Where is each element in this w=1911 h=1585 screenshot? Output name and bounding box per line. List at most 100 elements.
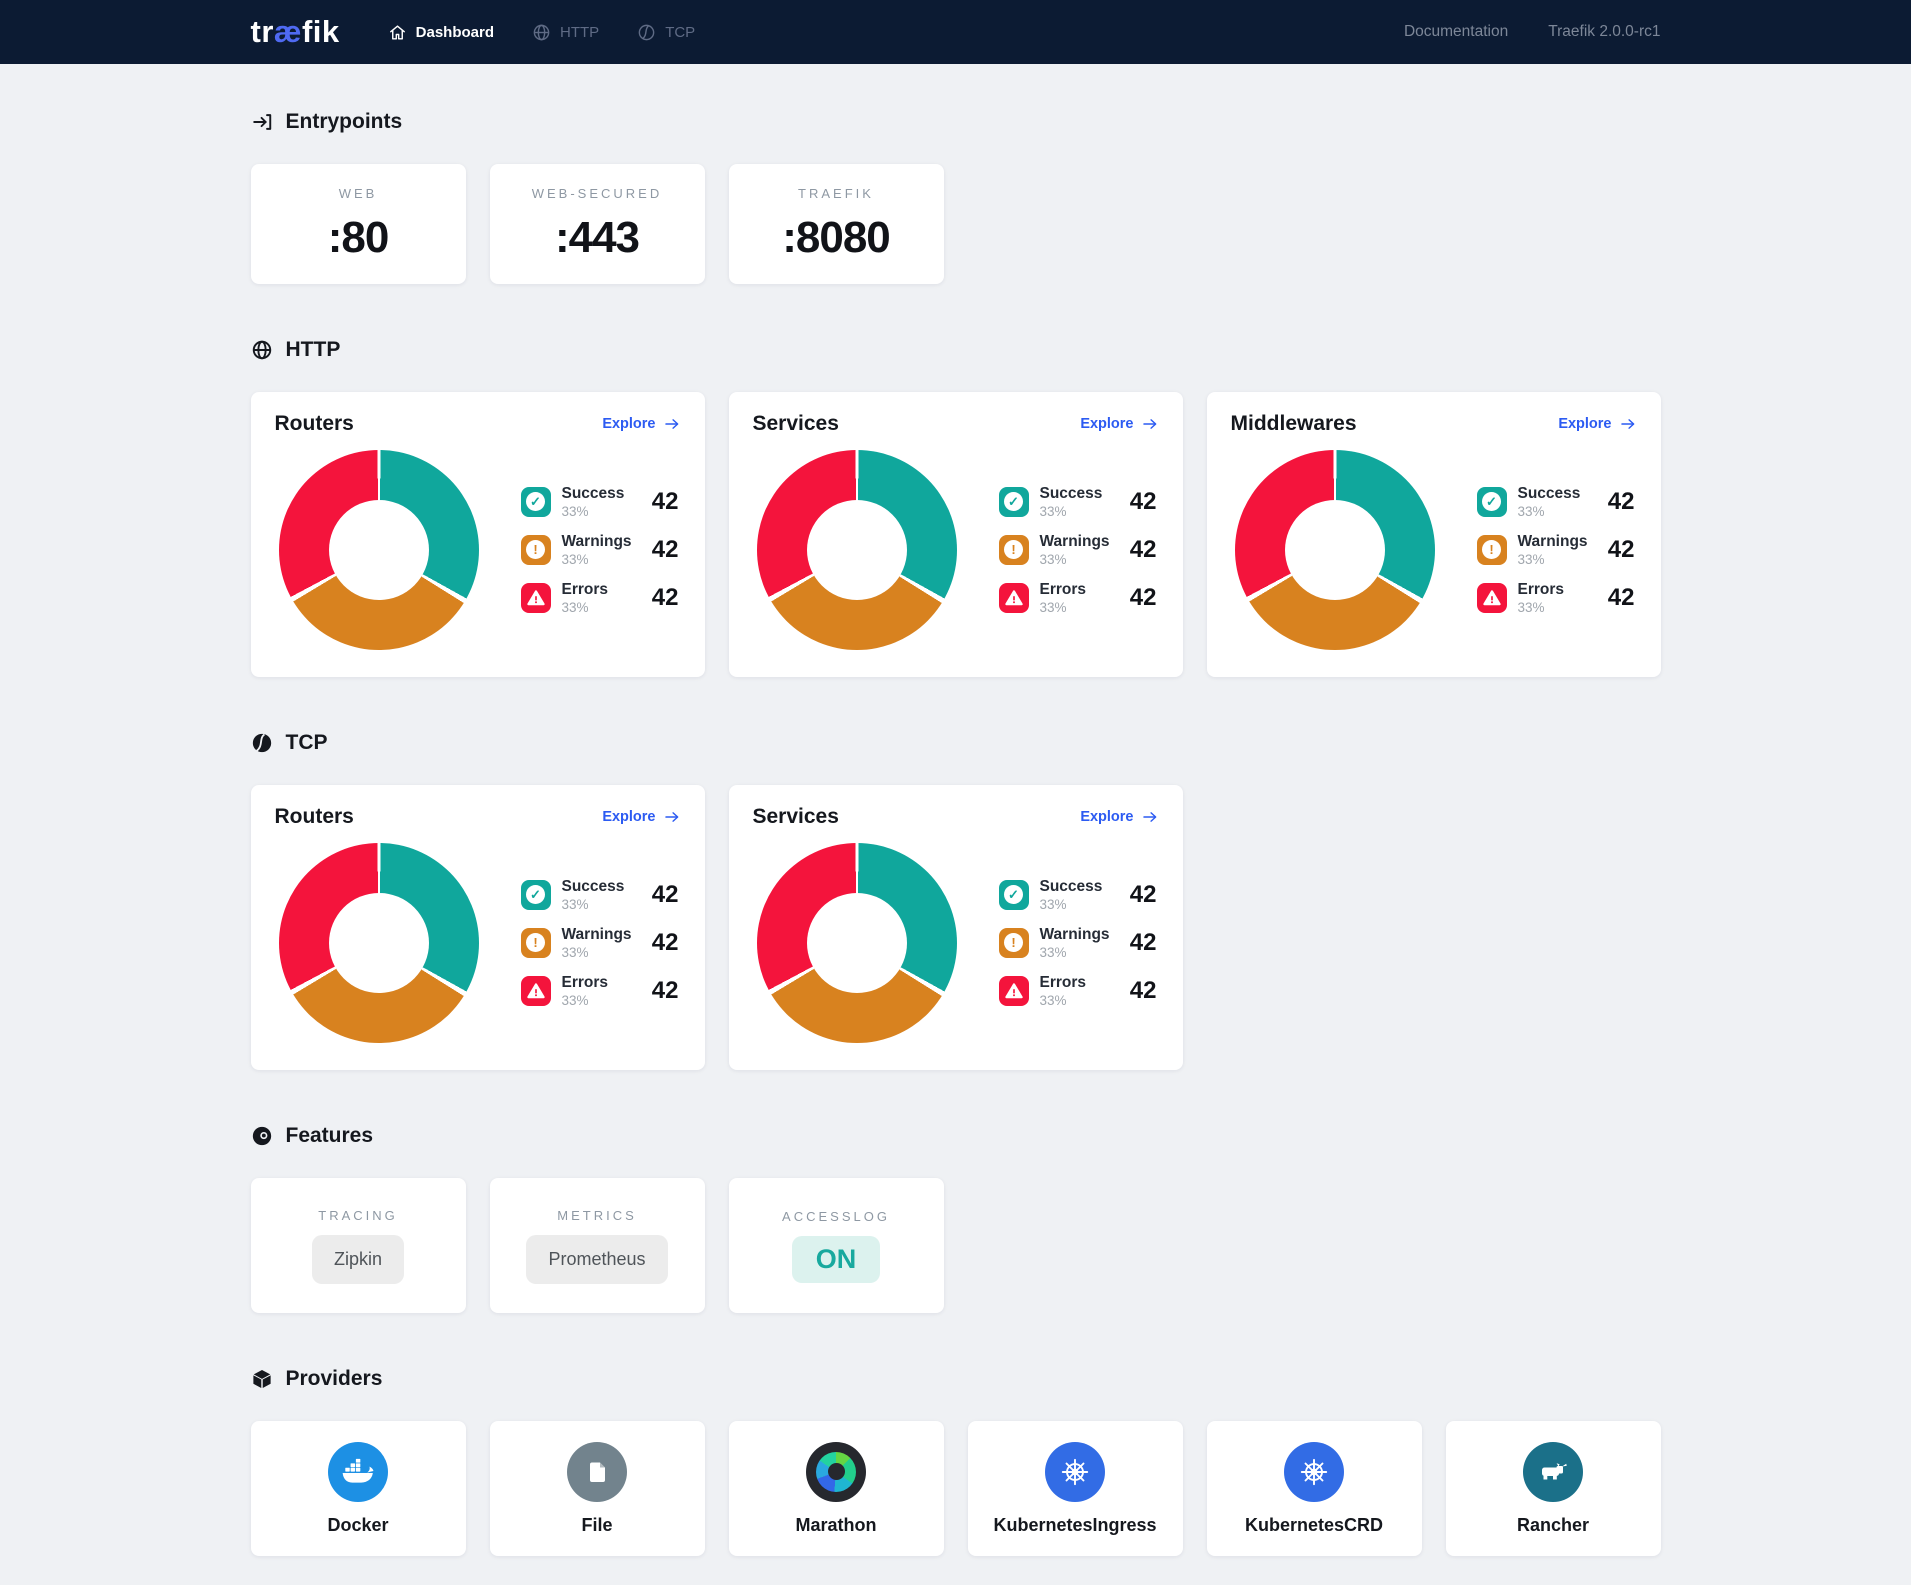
donut-chart — [279, 843, 479, 1043]
legend-label: Errors — [1040, 974, 1087, 992]
card-title: Middlewares — [1231, 412, 1357, 436]
legend-percent: 33% — [562, 600, 609, 615]
feature-value-badge: Zipkin — [312, 1235, 404, 1284]
error-triangle-icon — [999, 583, 1029, 613]
legend-value: 42 — [1130, 977, 1159, 1005]
explore-link-http-middlewares[interactable]: Explore — [1558, 415, 1636, 433]
legend-row-errors: Errors33% 42 — [521, 974, 681, 1008]
section-tcp: TCP Routers Explore ✓ Succes — [251, 731, 1661, 1070]
legend-label: Errors — [1040, 581, 1087, 599]
entrypoint-card-web-secured: WEB-SECURED :443 — [490, 164, 705, 284]
card-title: Services — [753, 412, 839, 436]
error-triangle-icon — [1477, 583, 1507, 613]
legend-row-errors: Errors33% 42 — [999, 581, 1159, 615]
legend-percent: 33% — [562, 993, 609, 1008]
legend-row-warnings: ! Warnings33% 42 — [999, 926, 1159, 960]
features-icon — [251, 1125, 273, 1147]
feature-card-metrics: METRICS Prometheus — [490, 1178, 705, 1313]
legend-percent: 33% — [1518, 600, 1565, 615]
legend-label: Success — [1040, 485, 1103, 503]
explore-link-http-routers[interactable]: Explore — [602, 415, 680, 433]
tcp-routers-card: Routers Explore ✓ Success33% 42 — [251, 785, 705, 1070]
legend-percent: 33% — [1518, 552, 1588, 567]
legend-row-warnings: ! Warnings33% 42 — [1477, 533, 1637, 567]
legend-row-warnings: ! Warnings33% 42 — [999, 533, 1159, 567]
tcp-ball-icon — [251, 732, 273, 754]
section-title-entrypoints: Entrypoints — [286, 110, 403, 134]
entrypoint-port: :80 — [328, 213, 389, 263]
success-icon: ✓ — [1477, 487, 1507, 517]
documentation-link[interactable]: Documentation — [1404, 23, 1508, 41]
explore-label: Explore — [1558, 416, 1611, 432]
feature-card-accesslog: ACCESSLOG ON — [729, 1178, 944, 1313]
explore-link-tcp-routers[interactable]: Explore — [602, 808, 680, 826]
legend-value: 42 — [652, 536, 681, 564]
providers-cube-icon — [251, 1368, 273, 1390]
feature-on-badge: ON — [792, 1236, 881, 1283]
provider-card-marathon: Marathon — [729, 1421, 944, 1556]
entrypoint-port: :443 — [555, 213, 639, 263]
provider-label: Rancher — [1517, 1515, 1589, 1536]
warning-icon: ! — [521, 928, 551, 958]
home-icon — [388, 23, 407, 42]
arrow-right-icon — [663, 415, 681, 433]
arrow-right-icon — [1141, 415, 1159, 433]
legend-percent: 33% — [1040, 897, 1103, 912]
traefik-logo[interactable]: træfik — [251, 14, 340, 50]
legend-percent: 33% — [562, 504, 625, 519]
legend-percent: 33% — [1040, 600, 1087, 615]
nav-item-http[interactable]: HTTP — [532, 23, 599, 42]
warning-icon: ! — [999, 535, 1029, 565]
logo-text: tr — [251, 14, 274, 49]
entrypoint-label: WEB-SECURED — [532, 186, 663, 201]
legend-percent: 33% — [1040, 993, 1087, 1008]
legend-percent: 33% — [1040, 504, 1103, 519]
card-title: Services — [753, 805, 839, 829]
section-http: HTTP Routers Explore ✓ Succe — [251, 338, 1661, 677]
feature-card-tracing: TRACING Zipkin — [251, 1178, 466, 1313]
legend-label: Errors — [562, 581, 609, 599]
donut-chart — [757, 843, 957, 1043]
explore-link-http-services[interactable]: Explore — [1080, 415, 1158, 433]
tcp-services-card: Services Explore ✓ Success33% 42 — [729, 785, 1183, 1070]
legend-value: 42 — [1130, 584, 1159, 612]
success-icon: ✓ — [521, 880, 551, 910]
legend-label: Warnings — [1518, 533, 1588, 551]
legend-label: Warnings — [1040, 533, 1110, 551]
explore-link-tcp-services[interactable]: Explore — [1080, 808, 1158, 826]
nav-item-tcp[interactable]: TCP — [637, 23, 695, 42]
logo-text-2: fik — [302, 14, 340, 49]
legend-label: Success — [1040, 878, 1103, 896]
legend-percent: 33% — [1040, 552, 1110, 567]
arrow-right-icon — [1141, 808, 1159, 826]
error-triangle-icon — [521, 583, 551, 613]
entrypoint-label: TRAEFIK — [798, 186, 874, 201]
provider-label: KubernetesCRD — [1245, 1515, 1383, 1536]
legend-label: Warnings — [562, 926, 632, 944]
section-providers: Providers Docker — [251, 1367, 1661, 1556]
feature-label: TRACING — [318, 1208, 398, 1223]
warning-icon: ! — [1477, 535, 1507, 565]
donut-chart — [757, 450, 957, 650]
section-title-features: Features — [286, 1124, 374, 1148]
section-title-providers: Providers — [286, 1367, 383, 1391]
http-services-card: Services Explore ✓ Success33% 42 — [729, 392, 1183, 677]
section-title-http: HTTP — [286, 338, 341, 362]
legend-percent: 33% — [562, 897, 625, 912]
legend-label: Success — [1518, 485, 1581, 503]
legend-row-success: ✓ Success33% 42 — [999, 485, 1159, 519]
explore-label: Explore — [1080, 416, 1133, 432]
marathon-icon — [806, 1442, 866, 1502]
card-title: Routers — [275, 412, 354, 436]
legend-percent: 33% — [1040, 945, 1110, 960]
arrow-right-icon — [1619, 415, 1637, 433]
provider-card-file: File — [490, 1421, 705, 1556]
legend-row-success: ✓ Success33% 42 — [521, 485, 681, 519]
success-icon: ✓ — [521, 487, 551, 517]
nav-label-http: HTTP — [560, 24, 599, 41]
arrow-right-icon — [663, 808, 681, 826]
section-entrypoints: Entrypoints WEB :80 WEB-SECURED :443 TRA… — [251, 110, 1661, 284]
provider-label: KubernetesIngress — [993, 1515, 1156, 1536]
legend-label: Warnings — [562, 533, 632, 551]
nav-item-dashboard[interactable]: Dashboard — [388, 23, 494, 42]
